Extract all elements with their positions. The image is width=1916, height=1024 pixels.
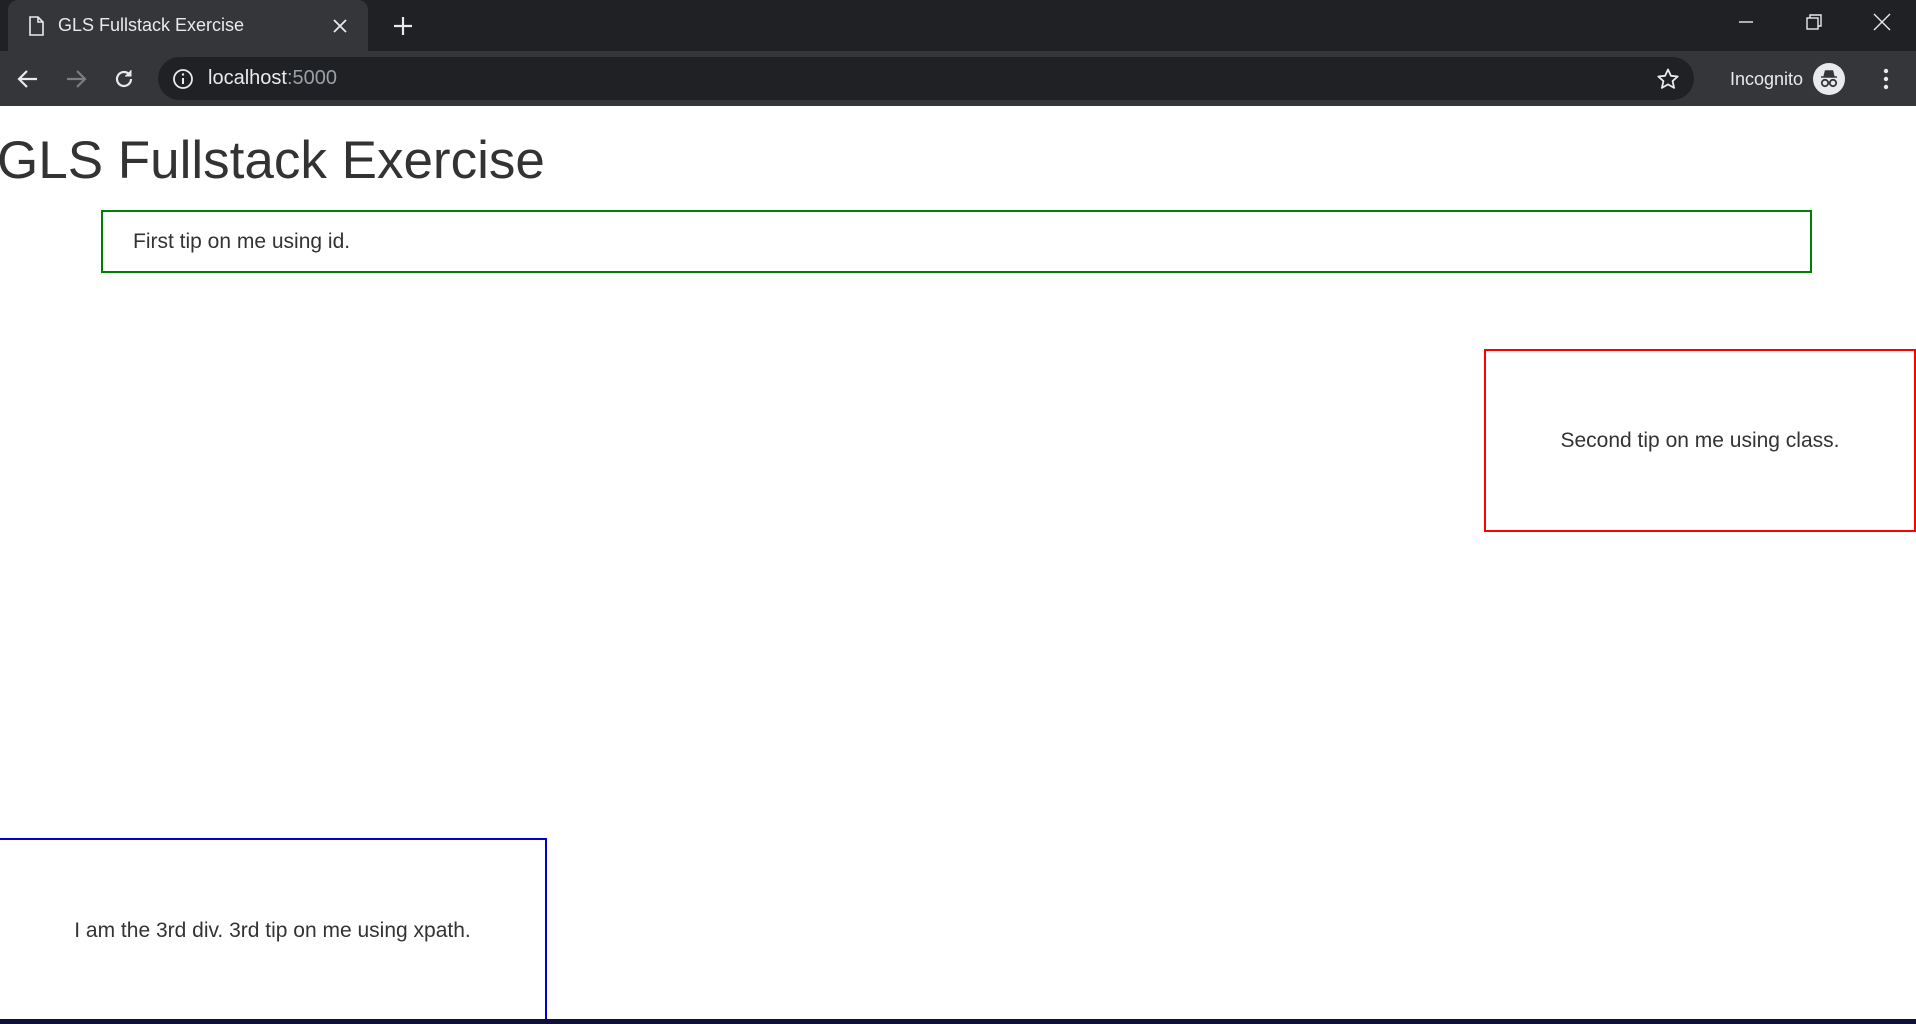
star-icon[interactable] — [1656, 67, 1680, 91]
tip-text-first: First tip on me using id. — [133, 229, 351, 253]
tab-title: GLS Fullstack Exercise — [58, 15, 245, 35]
page-content: GLS Fullstack Exercise First tip on me u… — [0, 106, 1916, 1024]
plus-icon — [394, 17, 412, 35]
arrow-left-icon — [17, 70, 37, 88]
address-bar[interactable]: localhost:5000 — [158, 57, 1694, 100]
minimize-icon — [1739, 21, 1753, 23]
url-host: localhost — [208, 67, 287, 89]
url-port: :5000 — [286, 67, 337, 89]
browser-tab[interactable]: GLS Fullstack Exercise — [8, 0, 368, 51]
browser-toolbar: localhost:5000 Incognito — [0, 51, 1916, 106]
url-text[interactable]: localhost:5000 — [208, 67, 1656, 90]
taskbar-edge — [0, 1019, 1916, 1024]
tip-box-second: Second tip on me using class. — [1484, 349, 1916, 532]
incognito-indicator[interactable]: Incognito — [1730, 60, 1846, 98]
page-title: GLS Fullstack Exercise — [0, 131, 545, 190]
new-tab-button[interactable] — [386, 9, 420, 43]
reload-icon — [115, 70, 133, 88]
more-menu-button[interactable] — [1868, 61, 1904, 97]
incognito-label: Incognito — [1730, 68, 1804, 89]
restore-button[interactable] — [1780, 0, 1848, 44]
close-tab-icon[interactable] — [326, 12, 354, 40]
info-icon[interactable] — [172, 68, 194, 90]
tip-text-third: I am the 3rd div. 3rd tip on me using xp… — [74, 919, 471, 942]
forward-button[interactable] — [58, 61, 94, 97]
tip-box-first: First tip on me using id. — [101, 210, 1812, 273]
restore-icon — [1806, 14, 1822, 30]
more-vertical-icon — [1883, 68, 1889, 90]
reload-button[interactable] — [106, 61, 142, 97]
incognito-icon — [1813, 63, 1846, 95]
page-icon — [28, 15, 44, 36]
minimize-button[interactable] — [1712, 0, 1780, 44]
tip-box-third: I am the 3rd div. 3rd tip on me using xp… — [0, 838, 547, 1024]
close-window-button[interactable] — [1848, 0, 1916, 44]
tab-strip: GLS Fullstack Exercise — [0, 0, 1916, 51]
arrow-right-icon — [67, 70, 87, 88]
tip-text-second: Second tip on me using class. — [1560, 428, 1840, 452]
back-button[interactable] — [10, 61, 46, 97]
close-icon — [1873, 13, 1891, 31]
